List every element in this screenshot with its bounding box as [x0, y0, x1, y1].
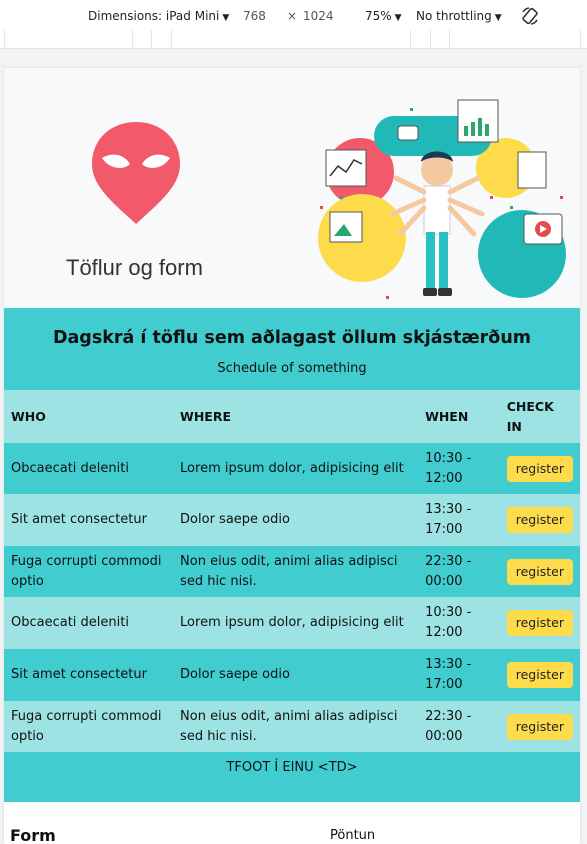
cell-who: Sit amet consectetur: [4, 649, 174, 701]
cell-check-in: register: [499, 597, 580, 649]
device-toolbar: Dimensions: iPad Mini ▼ 768 × 1024 75% ▼ N…: [0, 0, 587, 34]
table-row: Fuga corrupti commodi optio Non eius odi…: [4, 701, 580, 752]
cell-check-in: register: [499, 649, 580, 701]
cell-who: Obcaecati deleniti: [4, 597, 174, 649]
table-header-row: WHO WHERE WHEN CHECK IN: [4, 390, 580, 443]
column-header-who: WHO: [4, 390, 174, 443]
schedule-table: WHO WHERE WHEN CHECK IN Obcaecati deleni…: [4, 390, 580, 752]
table-row: Sit amet consectetur Dolor saepe odio 13…: [4, 649, 580, 701]
register-button[interactable]: register: [506, 455, 573, 482]
column-header-when: WHEN: [418, 390, 500, 443]
cell-where: Lorem ipsum dolor, adipisicing elit: [173, 443, 419, 494]
cell-when: 10:30 - 12:00: [418, 597, 500, 649]
table-caption: Dagskrá í töflu sem aðlagast öllum skjás…: [4, 308, 580, 390]
table-row: Sit amet consectetur Dolor saepe odio 13…: [4, 494, 580, 546]
cell-who: Obcaecati deleniti: [4, 443, 174, 494]
hero-header: Töflur og form: [4, 68, 580, 308]
register-button[interactable]: register: [506, 713, 573, 740]
cell-who: Fuga corrupti commodi optio: [4, 701, 174, 752]
caption-title: Dagskrá í töflu sem aðlagast öllum skjás…: [52, 328, 532, 348]
throttle-select[interactable]: No throttling ▼: [416, 9, 502, 23]
brand-title: Töflur og form: [66, 255, 203, 280]
cell-where: Dolor saepe odio: [173, 649, 419, 701]
media-query-bar[interactable]: [0, 30, 587, 49]
cell-where: Dolor saepe odio: [173, 494, 419, 546]
cell-when: 22:30 - 00:00: [418, 701, 500, 752]
cell-check-in: register: [499, 494, 580, 546]
dimension-separator: ×: [287, 9, 298, 23]
alien-logo-icon: [90, 118, 182, 232]
form-heading: Form: [10, 826, 56, 844]
caption-subtitle: Schedule of something: [217, 361, 367, 376]
emulated-page: Töflur og form Dagskrá í töflu sem aðlag…: [4, 68, 580, 844]
register-button[interactable]: register: [506, 662, 573, 688]
cell-when: 22:30 - 00:00: [418, 546, 500, 597]
table-row: Obcaecati deleniti Lorem ipsum dolor, ad…: [4, 597, 580, 649]
cell-who: Sit amet consectetur: [4, 494, 174, 546]
column-header-where: WHERE: [173, 390, 419, 443]
cell-when: 13:30 - 17:00: [418, 649, 500, 701]
table-row: Obcaecati deleniti Lorem ipsum dolor, ad…: [4, 443, 580, 494]
cell-check-in: register: [499, 443, 580, 494]
table-bottom-band: [4, 784, 580, 802]
form-section: Form Pöntun: [4, 802, 580, 844]
chevron-down-icon: ▼: [222, 13, 230, 23]
height-input[interactable]: 1024: [303, 9, 334, 23]
zoom-select[interactable]: 75% ▼: [365, 9, 402, 23]
cell-when: 13:30 - 17:00: [418, 494, 500, 546]
rotate-icon[interactable]: [520, 6, 540, 29]
register-button[interactable]: register: [506, 507, 573, 533]
cell-check-in: register: [499, 546, 580, 597]
chevron-down-icon: ▼: [494, 13, 502, 23]
device-select[interactable]: Dimensions: iPad Mini ▼: [88, 9, 229, 23]
form-label-order: Pöntun: [330, 828, 376, 843]
cell-check-in: register: [499, 701, 580, 752]
table-footer: TFOOT Í EINU <TD>: [4, 752, 580, 784]
register-button[interactable]: register: [506, 610, 573, 636]
chevron-down-icon: ▼: [394, 13, 402, 23]
width-input[interactable]: 768: [243, 9, 266, 23]
register-button[interactable]: register: [506, 558, 573, 585]
cell-who: Fuga corrupti commodi optio: [4, 546, 174, 597]
cell-where: Non eius odit, animi alias adipisci sed …: [173, 701, 419, 752]
table-row: Fuga corrupti commodi optio Non eius odi…: [4, 546, 580, 597]
cell-when: 10:30 - 12:00: [418, 443, 500, 494]
cell-where: Lorem ipsum dolor, adipisicing elit: [173, 597, 419, 649]
column-header-check-in: CHECK IN: [499, 390, 580, 443]
multitasking-illustration: [300, 96, 576, 312]
cell-where: Non eius odit, animi alias adipisci sed …: [173, 546, 419, 597]
